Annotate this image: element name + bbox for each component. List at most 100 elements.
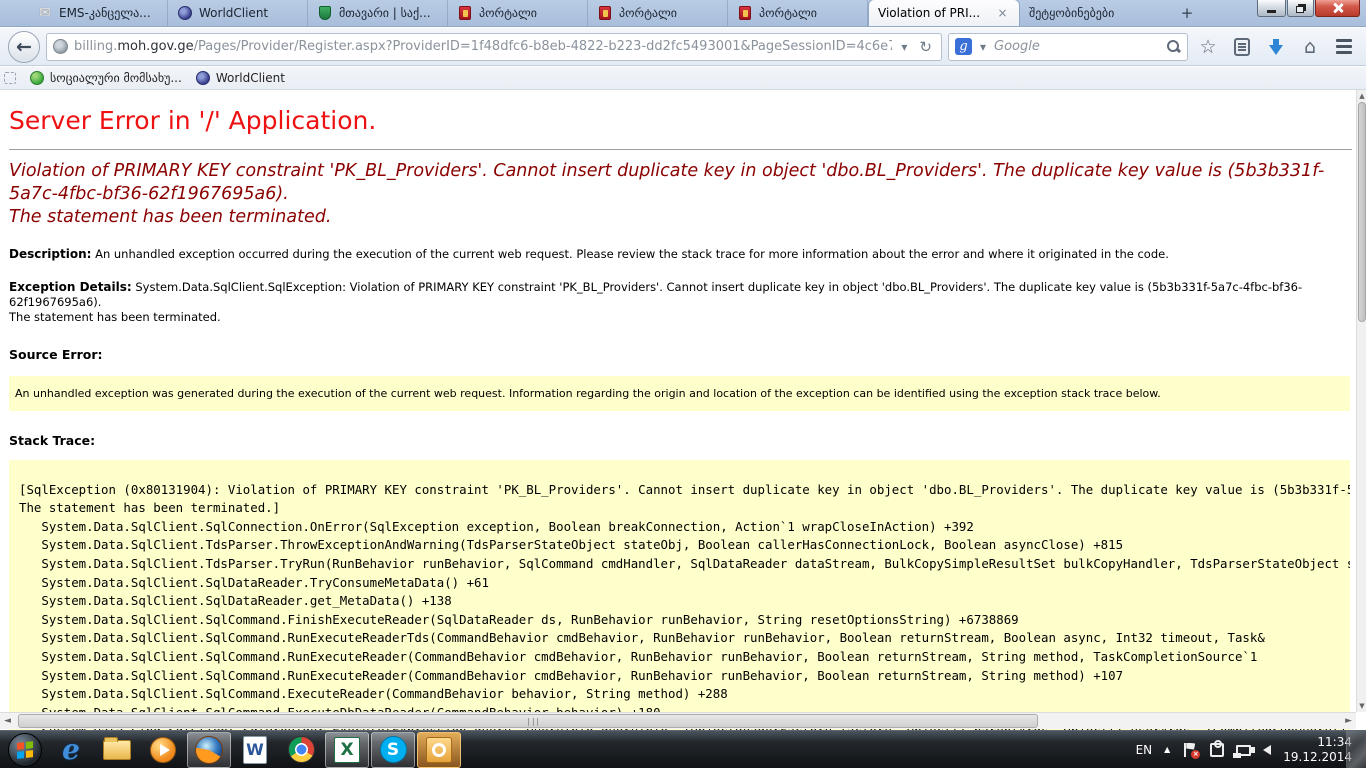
system-tray: EN ▲ × 11:34 19.12.2014 <box>1136 735 1366 765</box>
scheduler-icon[interactable] <box>1210 743 1224 757</box>
scroll-up-icon[interactable]: ▲ <box>1358 91 1366 101</box>
source-error-box: An unhandled exception was generated dur… <box>9 376 1350 411</box>
emblem-icon <box>597 5 613 21</box>
emblem-icon <box>457 5 473 21</box>
tab-mtavari[interactable]: მთავარი | საქ... <box>308 0 448 26</box>
start-button[interactable] <box>8 733 42 767</box>
bookmarks-folder[interactable] <box>4 72 16 84</box>
site-identity-globe-icon[interactable] <box>53 39 68 54</box>
restore-button[interactable] <box>1287 0 1314 17</box>
globe-icon <box>177 5 193 21</box>
tab-shetyobinebebi[interactable]: შეტყობინებები <box>1020 0 1160 26</box>
show-bookmarks-icon[interactable] <box>1228 33 1256 61</box>
tab-label: EMS-კანცელა... <box>59 6 158 20</box>
horizontal-scrollbar[interactable]: ◄ ► <box>0 712 1356 729</box>
volume-icon[interactable] <box>1263 745 1271 755</box>
back-button[interactable]: ← <box>8 31 40 63</box>
stack-trace-label: Stack Trace: <box>9 433 1352 448</box>
tab-label: მთავარი | საქ... <box>339 6 438 20</box>
internet-explorer-icon: e <box>62 733 80 766</box>
window-controls <box>1256 0 1360 17</box>
taskbar-internet-explorer[interactable]: e <box>49 732 93 768</box>
minimize-button[interactable] <box>1257 0 1286 17</box>
stack-trace-box: [SqlException (0x80131904): Violation of… <box>9 460 1350 730</box>
firefox-icon <box>195 736 223 764</box>
stack-trace-text: [SqlException (0x80131904): Violation of… <box>19 462 1340 730</box>
tab-portal-2[interactable]: პორტალი <box>588 0 728 26</box>
network-icon[interactable] <box>1236 743 1251 756</box>
browser-navigation-bar: ← billing.moh.gov.ge/Pages/Provider/Regi… <box>0 28 1366 66</box>
green-globe-icon <box>30 71 44 85</box>
horizontal-scroll-thumb[interactable] <box>18 714 1038 728</box>
taskbar-chrome[interactable] <box>279 732 323 768</box>
exception-details-label: Exception Details: <box>9 280 132 294</box>
tab-label: პორტალი <box>619 6 718 20</box>
search-icon[interactable] <box>1166 39 1181 54</box>
taskbar-skype[interactable]: S <box>371 732 415 768</box>
tab-worldclient[interactable]: WorldClient <box>168 0 308 26</box>
dashed-square-icon <box>4 72 16 84</box>
tab-violation-active[interactable]: Violation of PRI... × <box>868 0 1020 26</box>
exception-details-row: Exception Details: System.Data.SqlClient… <box>9 280 1352 325</box>
scroll-left-icon[interactable]: ◄ <box>4 716 11 726</box>
tab-label: პორტალი <box>479 6 578 20</box>
vertical-scroll-thumb[interactable] <box>1358 102 1366 322</box>
show-desktop-strip[interactable] <box>1346 731 1366 768</box>
source-error-label: Source Error: <box>9 347 1352 362</box>
downloads-button[interactable] <box>1262 33 1290 61</box>
bookmark-label: WorldClient <box>216 71 285 85</box>
emblem-icon <box>737 5 753 21</box>
search-box[interactable]: g ▾ Google <box>948 33 1188 61</box>
outlook-icon <box>426 737 452 763</box>
google-engine-icon[interactable]: g <box>955 38 972 55</box>
home-button[interactable]: ⌂ <box>1296 33 1324 61</box>
restore-icon <box>1296 6 1304 13</box>
exception-details-text: System.Data.SqlClient.SqlException: Viol… <box>9 280 1302 309</box>
bookmark-star-icon[interactable]: ☆ <box>1194 33 1222 61</box>
taskbar-outlook[interactable] <box>417 732 461 768</box>
language-indicator[interactable]: EN <box>1136 743 1153 757</box>
tab-label: შეტყობინებები <box>1029 6 1151 20</box>
taskbar-word[interactable]: W <box>233 732 277 768</box>
tab-ems[interactable]: ✉ EMS-კანცელა... <box>28 0 168 26</box>
taskbar-media-player[interactable] <box>141 732 185 768</box>
folder-icon <box>103 740 131 760</box>
scroll-down-icon[interactable]: ▼ <box>1358 701 1366 711</box>
download-arrow-icon <box>1269 45 1283 55</box>
minimize-icon <box>1267 10 1276 13</box>
action-center-flag-icon[interactable]: × <box>1182 742 1198 758</box>
search-dropdown-icon[interactable]: ▾ <box>977 40 989 54</box>
close-button[interactable] <box>1315 0 1360 17</box>
desktop-screen: ✉ EMS-კანცელა... WorldClient მთავარი | ს… <box>0 0 1366 768</box>
windows-logo-icon <box>17 741 33 759</box>
thumb-grip <box>528 718 538 726</box>
scroll-right-icon[interactable]: ► <box>1345 716 1352 726</box>
bookmark-worldclient[interactable]: WorldClient <box>196 71 285 85</box>
url-text[interactable]: billing.moh.gov.ge/Pages/Provider/Regist… <box>74 39 892 54</box>
tab-portal-3[interactable]: პორტალი <box>728 0 868 26</box>
menu-button[interactable] <box>1330 33 1358 61</box>
page-title: Server Error in '/' Application. <box>9 106 1352 135</box>
vertical-scrollbar[interactable]: ▲ ▼ <box>1356 90 1366 712</box>
tab-label: WorldClient <box>199 6 298 20</box>
tray-expand-icon[interactable]: ▲ <box>1164 745 1170 754</box>
taskbar-excel[interactable]: X <box>325 732 369 768</box>
shield-icon <box>317 5 333 21</box>
excel-icon: X <box>334 737 360 763</box>
browser-tab-bar: ✉ EMS-კანცელა... WorldClient მთავარი | ს… <box>0 0 1366 27</box>
media-player-icon <box>150 737 176 763</box>
taskbar-windows-explorer[interactable] <box>95 732 139 768</box>
url-dropdown-icon[interactable]: ▾ <box>898 40 910 54</box>
envelope-icon: ✉ <box>37 5 53 21</box>
clock[interactable]: 11:34 19.12.2014 <box>1283 735 1352 765</box>
taskbar-firefox[interactable] <box>187 732 231 768</box>
new-tab-button[interactable]: + <box>1174 3 1200 23</box>
date: 19.12.2014 <box>1283 750 1352 764</box>
tab-close-icon[interactable]: × <box>995 6 1010 21</box>
url-bar[interactable]: billing.moh.gov.ge/Pages/Provider/Regist… <box>46 33 942 61</box>
tab-portal-1[interactable]: პორტალი <box>448 0 588 26</box>
tab-label: Violation of PRI... <box>878 6 989 20</box>
reload-icon[interactable]: ↻ <box>916 38 935 56</box>
exception-details-text-2: The statement has been terminated. <box>9 310 221 324</box>
bookmark-social-services[interactable]: სოციალური მომსახუ... <box>30 71 182 85</box>
